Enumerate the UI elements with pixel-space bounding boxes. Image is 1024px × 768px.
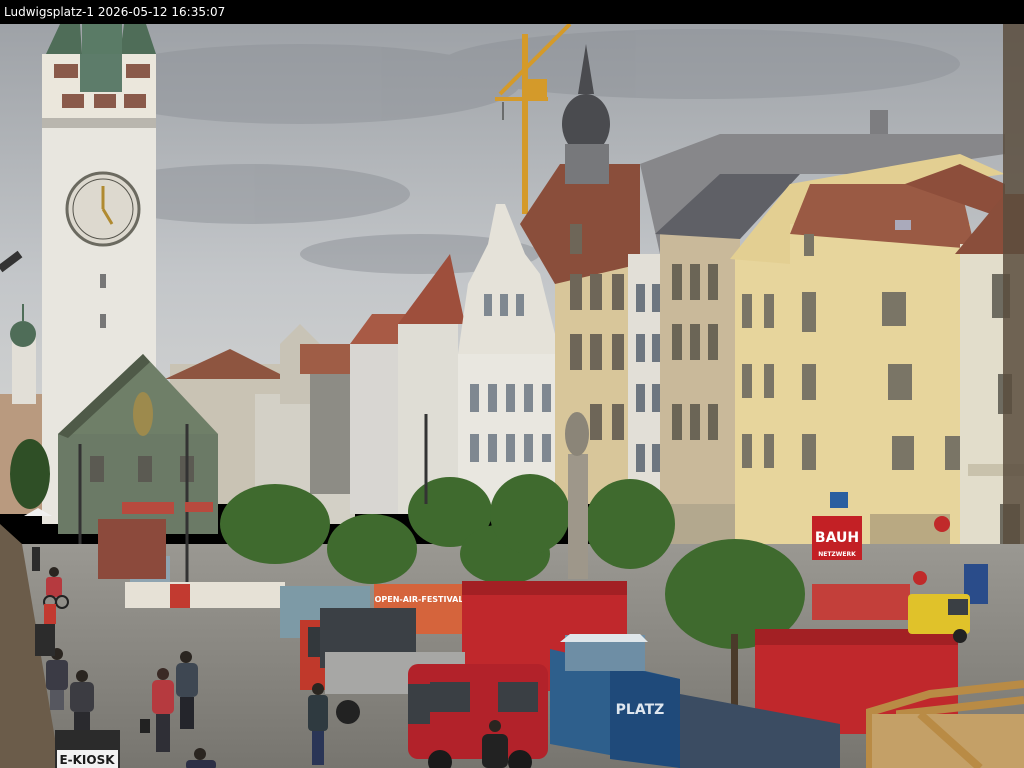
festival-banner-text: OPEN-AIR-FESTIVAL — [375, 595, 464, 604]
camera-location-label: Ludwigsplatz-1 — [4, 5, 94, 19]
kiosk-sign: E-KIOSK — [55, 730, 120, 768]
timestamp-label: 2026-05-12 16:35:07 — [97, 5, 226, 19]
kiosk-sign-text: E-KIOSK — [59, 753, 115, 767]
bauhaus-sign-text: BAUH — [815, 530, 859, 546]
bauhaus-sign-subtext: NETZWERK — [818, 551, 856, 558]
webcam-scene: OPEN-AIR-FESTIVAL PLATZ BAUH NETZWERK E-… — [0, 24, 1024, 768]
red-van — [408, 664, 548, 768]
hoarding-text: PLATZ — [616, 702, 665, 718]
bollard-sign — [35, 624, 55, 656]
red-hoarding-right — [812, 584, 910, 620]
bauhaus-sign: BAUH NETZWERK — [812, 516, 862, 560]
statue-column — [565, 412, 589, 579]
webcam-caption-bar: Ludwigsplatz-1 2026-05-12 16:35:07 — [0, 0, 1024, 24]
